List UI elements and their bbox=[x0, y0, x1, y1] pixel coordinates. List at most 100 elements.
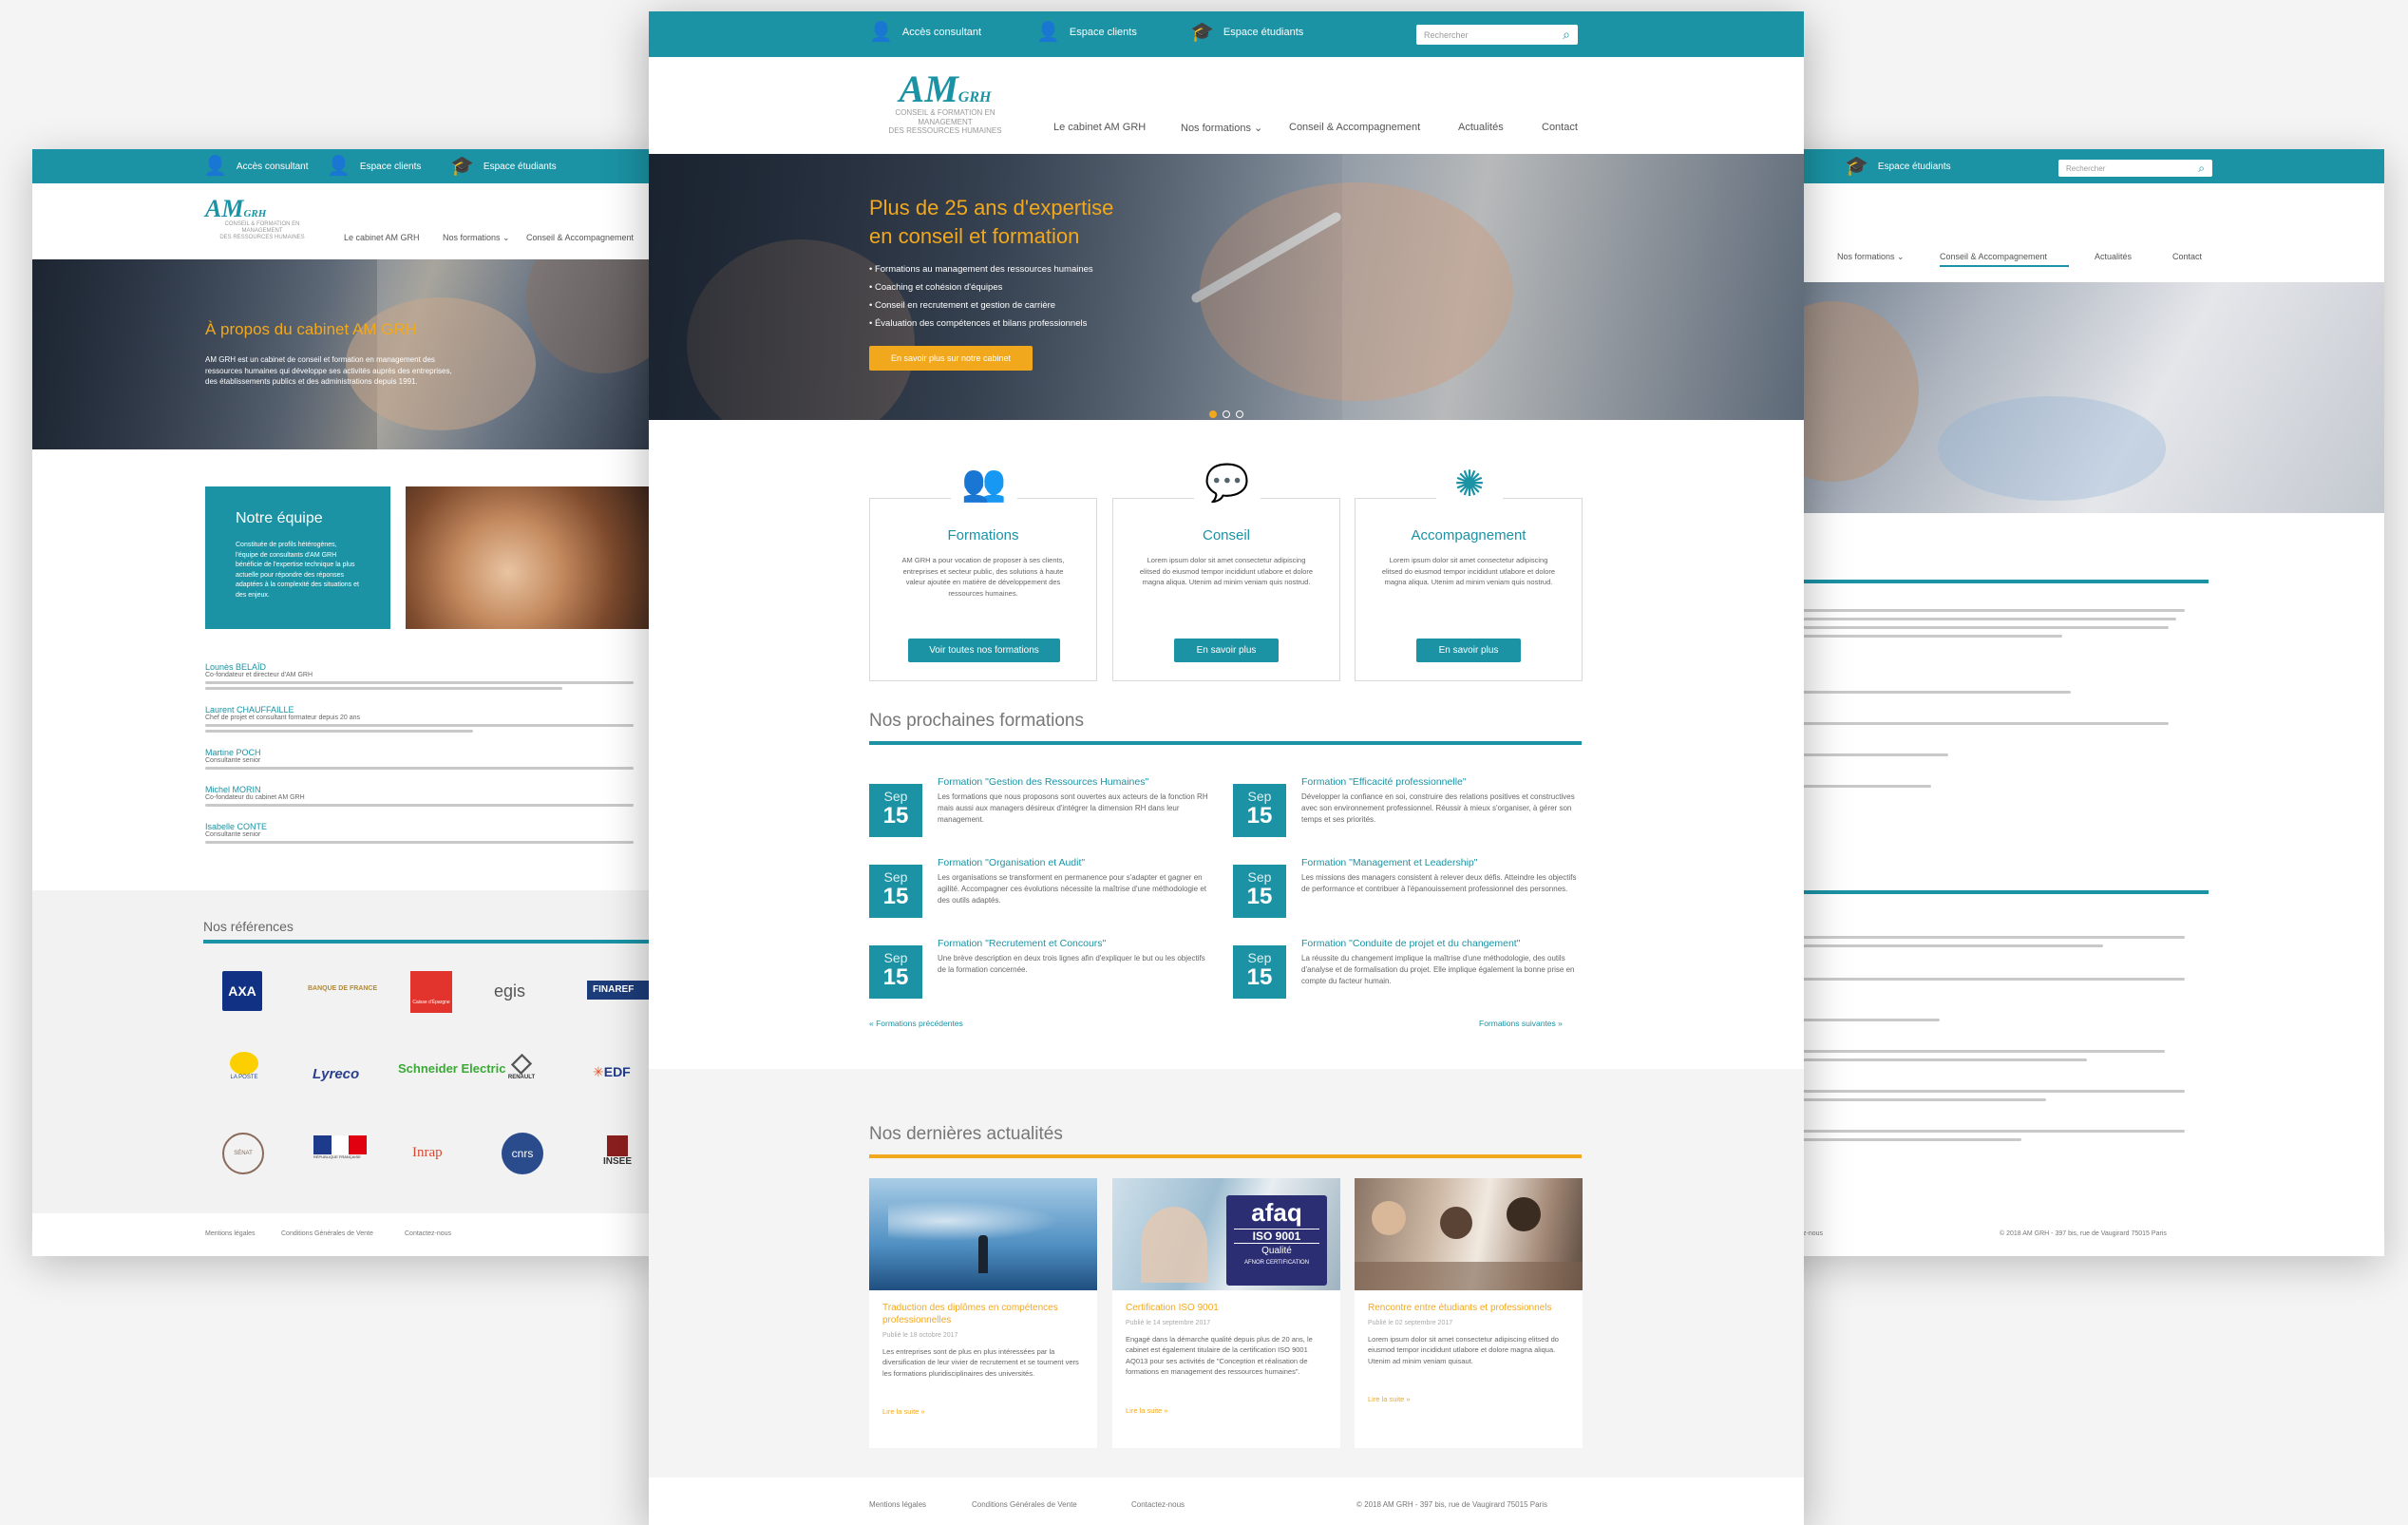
formation-item[interactable]: Sep 15 Formation "Efficacité professionne… bbox=[1233, 776, 1584, 843]
hero-bullet: • Conseil en recrutement et gestion de c… bbox=[869, 300, 1056, 311]
accompagnement-en-savoir-plus-button[interactable]: En savoir plus bbox=[1416, 639, 1521, 662]
nav-formations[interactable]: Nos formations ⌄ bbox=[1181, 122, 1262, 134]
accompagnement-text-block bbox=[1776, 930, 2185, 1147]
footer-cgv-link[interactable]: Conditions Générales de Vente bbox=[281, 1230, 373, 1237]
formation-item[interactable]: Sep 15 Formation "Organisation et Audit" … bbox=[869, 857, 1211, 924]
conseil-en-savoir-plus-button[interactable]: En savoir plus bbox=[1174, 639, 1279, 662]
espace-clients-link[interactable]: 👤 Espace clients bbox=[327, 157, 421, 176]
actus-section: Nos dernières actualités Traduction des … bbox=[649, 1069, 1804, 1477]
nav-cabinet[interactable]: Le cabinet AM GRH bbox=[344, 233, 420, 242]
nav-conseil[interactable]: Conseil & Accompagnement bbox=[1289, 122, 1420, 133]
footer: Mentions légales Conditions Générales de… bbox=[649, 1477, 1804, 1525]
top-bar: 👤 Accès consultant 👤 Espace clients 🎓 Espac… bbox=[649, 11, 1804, 57]
voir-formations-button[interactable]: Voir toutes nos formations bbox=[908, 639, 1060, 662]
date-badge: Sep 15 bbox=[869, 945, 922, 999]
hero-bullet: • Coaching et cohésion d'équipes bbox=[869, 282, 1003, 293]
team-box: Notre équipe Constituée de profils hétér… bbox=[205, 486, 390, 629]
team-member: Laurent CHAUFFAILLE Chef de projet et con… bbox=[205, 705, 652, 733]
formations-prev-link[interactable]: « Formations précédentes bbox=[869, 1019, 963, 1028]
footer-contact-link[interactable]: Contactez-nous bbox=[405, 1230, 451, 1237]
logo-finaref: FINAREF bbox=[587, 981, 654, 1000]
nav-actualites[interactable]: Actualités bbox=[1458, 122, 1504, 133]
logo-caisse-epargne: Caisse d'Épargne bbox=[410, 971, 452, 1013]
slider-dot[interactable] bbox=[1236, 410, 1243, 418]
nav-conseil[interactable]: Conseil & Accompagnement bbox=[1940, 252, 2047, 261]
team-member: Isabelle CONTE Consultante senior bbox=[205, 822, 652, 844]
logo[interactable]: AMGRH CONSEIL & FORMATION EN MANAGEMENT … bbox=[205, 197, 319, 242]
footer-contact-link[interactable]: Contactez-nous bbox=[1131, 1500, 1185, 1509]
logo-cnrs: cnrs bbox=[502, 1133, 543, 1174]
logo-la-poste: LA POSTE bbox=[222, 1052, 266, 1080]
acces-consultant-link[interactable]: 👤 Accès consultant bbox=[203, 157, 309, 176]
meeting-people-image bbox=[1355, 1178, 1583, 1290]
footer-copyright: © 2018 AM GRH - 397 bis, rue de Vaugirar… bbox=[2000, 1230, 2167, 1237]
user-icon: 👤 bbox=[869, 22, 893, 43]
read-more-link[interactable]: Lire la suite » bbox=[1368, 1395, 1569, 1403]
search-input[interactable]: Rechercher ⌕ bbox=[2058, 160, 2212, 177]
search-icon[interactable]: ⌕ bbox=[1563, 27, 1570, 43]
card-conseil: 💬 Conseil Lorem ipsum dolor sit amet con… bbox=[1112, 463, 1340, 681]
logo-republique-francaise: RÉPUBLIQUE FRANÇAISE bbox=[313, 1135, 368, 1159]
logo-banque-de-france: BANQUE DE FRANCE bbox=[308, 985, 378, 992]
espace-etudiants-link[interactable]: 🎓 Espace étudiants bbox=[1190, 23, 1303, 42]
footer-mentions-link[interactable]: Mentions légales bbox=[205, 1230, 256, 1237]
team-members-list: Lounès BELAÏD Co-fondateur et directeur d… bbox=[205, 662, 652, 847]
formation-item[interactable]: Sep 15 Formation "Gestion des Ressources … bbox=[869, 776, 1211, 843]
espace-etudiants-link[interactable]: 🎓 Espace étudiants bbox=[1845, 157, 1951, 176]
nav-actualites[interactable]: Actualités bbox=[2095, 252, 2132, 261]
search-icon[interactable]: ⌕ bbox=[2198, 162, 2205, 176]
footer: Contactez-nous © 2018 AM GRH - 397 bis, … bbox=[1776, 1213, 2384, 1256]
actu-card[interactable]: Rencontre entre étudiants et professionn… bbox=[1355, 1178, 1583, 1448]
nav-contact[interactable]: Contact bbox=[1542, 122, 1578, 133]
card-accompagnement: ✺ Accompagnement Lorem ipsum dolor sit a… bbox=[1355, 463, 1583, 681]
formation-item[interactable]: Sep 15 Formation "Management et Leadershi… bbox=[1233, 857, 1584, 924]
nav-formations[interactable]: Nos formations ⌄ bbox=[1837, 252, 1905, 262]
formation-item[interactable]: Sep 15 Formation "Recrutement et Concours… bbox=[869, 938, 1211, 1004]
right-page-preview: 🎓 Espace étudiants Rechercher ⌕ Nos format… bbox=[1776, 149, 2384, 1256]
nav-contact[interactable]: Contact bbox=[2172, 252, 2202, 261]
search-input[interactable]: Rechercher ⌕ bbox=[1416, 25, 1578, 45]
slider-dot[interactable] bbox=[1223, 410, 1230, 418]
logo-edf: ✳EDF bbox=[593, 1064, 631, 1079]
acces-consultant-link[interactable]: 👤 Accès consultant bbox=[869, 23, 981, 42]
sunburst-icon: ✺ bbox=[1436, 463, 1503, 515]
footer-mentions-link[interactable]: Mentions légales bbox=[869, 1500, 926, 1509]
espace-clients-link[interactable]: 👤 Espace clients bbox=[1036, 23, 1137, 42]
formations-next-link[interactable]: Formations suivantes » bbox=[1479, 1019, 1563, 1028]
date-badge: Sep 15 bbox=[869, 865, 922, 918]
team-member: Martine POCH Consultante senior bbox=[205, 748, 652, 770]
logo-insee: INSEE bbox=[598, 1135, 636, 1167]
team-member: Michel MORIN Co-fondateur du cabinet AM G… bbox=[205, 785, 652, 807]
afaq-certification-image: afaq ISO 9001 Qualité AFNOR CERTIFICATIO… bbox=[1112, 1178, 1340, 1290]
speech-bubbles-icon: 💬 bbox=[1194, 463, 1261, 515]
hero-title: Plus de 25 ans d'expertise en conseil et… bbox=[869, 196, 1114, 248]
footer-cgv-link[interactable]: Conditions Générales de Vente bbox=[972, 1500, 1077, 1509]
nav-formations[interactable]: Nos formations ⌄ bbox=[443, 233, 510, 243]
actu-card[interactable]: Traduction des diplômes en compétences p… bbox=[869, 1178, 1097, 1448]
date-badge: Sep 15 bbox=[1233, 784, 1286, 837]
hero-bullet: • Formations au management des ressource… bbox=[869, 264, 1093, 275]
hero-bullet: • Évaluation des compétences et bilans p… bbox=[869, 318, 1088, 329]
user-icon: 👤 bbox=[1036, 22, 1060, 43]
footer: Mentions légales Conditions Générales de… bbox=[32, 1213, 659, 1256]
graduation-cap-icon: 🎓 bbox=[1845, 156, 1868, 177]
date-badge: Sep 15 bbox=[1233, 865, 1286, 918]
actus-heading: Nos dernières actualités bbox=[869, 1124, 1063, 1144]
slider-dot-active[interactable] bbox=[1209, 410, 1217, 418]
nav-cabinet[interactable]: Le cabinet AM GRH bbox=[1053, 122, 1146, 133]
actu-card[interactable]: afaq ISO 9001 Qualité AFNOR CERTIFICATIO… bbox=[1112, 1178, 1340, 1448]
references-section: Nos références AXA BANQUE DE FRANCE Cais… bbox=[32, 890, 659, 1213]
about-hero-image: À propos du cabinet AM GRH AM GRH est un… bbox=[32, 259, 659, 449]
left-page-preview: 👤 Accès consultant 👤 Espace clients 🎓 Espac… bbox=[32, 149, 659, 1256]
logo-axa: AXA bbox=[222, 971, 262, 1011]
logo[interactable]: AMGRH CONSEIL & FORMATION EN MANAGEMENT … bbox=[869, 70, 1021, 136]
date-badge: Sep 15 bbox=[869, 784, 922, 837]
read-more-link[interactable]: Lire la suite » bbox=[1126, 1406, 1327, 1415]
nav-conseil[interactable]: Conseil & Accompagnement bbox=[526, 233, 634, 242]
formation-item[interactable]: Sep 15 Formation "Conduite de projet et d… bbox=[1233, 938, 1584, 1004]
team-icon: 👥 bbox=[951, 463, 1017, 515]
hero-cta-button[interactable]: En savoir plus sur notre cabinet bbox=[869, 346, 1033, 371]
conseil-text-block bbox=[1776, 603, 2185, 793]
read-more-link[interactable]: Lire la suite » bbox=[882, 1407, 1084, 1416]
espace-etudiants-link[interactable]: 🎓 Espace étudiants bbox=[450, 157, 557, 176]
